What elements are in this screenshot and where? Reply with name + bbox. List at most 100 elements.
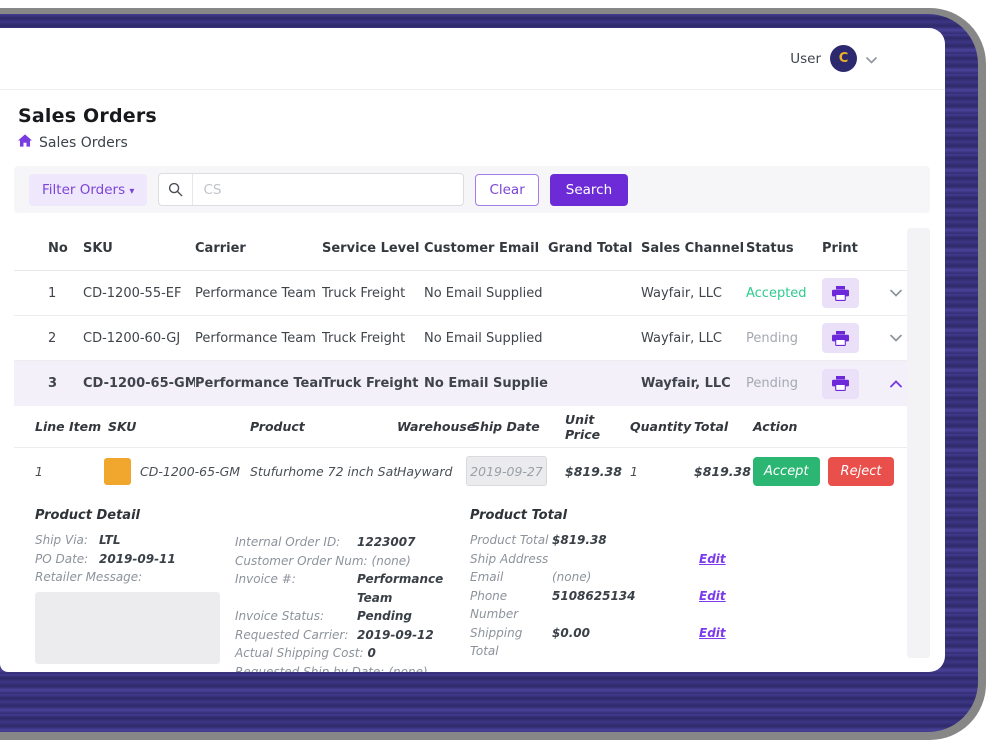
- col-warehouse: Warehouse: [397, 419, 476, 434]
- status-badge: Pending: [746, 330, 798, 346]
- app-header: User C: [0, 28, 945, 90]
- col-carrier: Carrier: [195, 241, 246, 256]
- page-title: Sales Orders: [18, 105, 157, 127]
- edit-phone-link[interactable]: Edit: [699, 587, 910, 606]
- edit-ship-address-link[interactable]: Edit: [699, 550, 910, 569]
- print-button[interactable]: [822, 278, 859, 308]
- email-label: Email: [470, 570, 504, 584]
- cell-carrier: Performance Team: [195, 285, 316, 301]
- scrollbar-track[interactable]: [907, 228, 930, 658]
- search-icon: [159, 174, 194, 205]
- col-quantity: Quantity: [630, 419, 692, 434]
- accept-button[interactable]: Accept: [753, 456, 820, 486]
- li-sku: CD-1200-65-GM: [140, 463, 241, 479]
- caret-down-icon: ▾: [129, 185, 135, 197]
- field-label: Actual Shipping Cost:: [235, 646, 364, 660]
- shipping-total-label: Shipping Total: [470, 625, 523, 659]
- status-badge: Accepted: [746, 285, 807, 301]
- col-grand-total: Grand Total: [548, 241, 633, 256]
- cell-service-level: Truck Freight: [322, 330, 406, 346]
- filter-orders-button[interactable]: Filter Orders ▾: [29, 173, 148, 206]
- col-unit-price: Unit Price: [565, 411, 601, 442]
- li-product: Stufurhome 72 inch Saturn...: [250, 463, 397, 479]
- cell-customer-email: No Email Supplied: [424, 376, 548, 391]
- breadcrumb: Sales Orders: [18, 134, 927, 151]
- product-detail-heading: Product Detail: [35, 508, 140, 523]
- order-detail-panel: Line Item SKU Product Warehouse Ship Dat…: [14, 406, 930, 672]
- field-label: Requested Ship by Date:: [235, 664, 385, 673]
- cell-service-level: Truck Freight: [322, 285, 406, 301]
- po-date-label: PO Date:: [35, 551, 89, 566]
- product-detail-section: Product Detail Ship Via: LTL PO Date: 2019…: [35, 508, 235, 672]
- field-value: Pending: [357, 609, 412, 623]
- reject-button[interactable]: Reject: [827, 456, 895, 486]
- cell-no: 1: [48, 285, 57, 301]
- li-warehouse: Hayward: [397, 463, 453, 479]
- print-button[interactable]: [822, 368, 859, 399]
- col-sku: SKU: [83, 241, 113, 256]
- breadcrumb-item[interactable]: Sales Orders: [39, 135, 128, 151]
- cell-carrier: Performance Team: [195, 330, 316, 346]
- col-total: Total: [694, 419, 729, 434]
- product-total-value: $819.38: [552, 533, 607, 547]
- po-date-value: 2019-09-11: [99, 551, 176, 566]
- search-button[interactable]: Search: [549, 173, 629, 206]
- orders-table: No SKU Carrier Service Level Customer Em…: [14, 227, 930, 672]
- page: User C Sales Orders Sales Orders Filter …: [0, 0, 992, 744]
- ship-via-label: Ship Via:: [35, 533, 88, 547]
- cell-sales-channel: Wayfair, LLC: [641, 376, 731, 391]
- field-value: (none): [371, 553, 411, 568]
- ship-date-input[interactable]: 2019-09-27: [466, 456, 547, 486]
- cell-customer-email: No Email Supplied: [424, 285, 543, 301]
- field-value: Performance Team: [357, 572, 444, 605]
- field-label: Invoice #:: [235, 572, 296, 586]
- product-total-label: Product Total: [470, 533, 549, 547]
- field-value: 1223007: [357, 535, 416, 549]
- col-service-level: Service Level: [322, 241, 420, 256]
- search-input[interactable]: [193, 181, 464, 198]
- field-label: Customer Order Num:: [235, 553, 368, 568]
- ship-address-label: Ship Address: [470, 551, 549, 566]
- cell-sales-channel: Wayfair, LLC: [641, 285, 723, 301]
- status-badge: Pending: [746, 376, 798, 391]
- line-item-row: 1 CD-1200-65-GM Stufurhome 72 inch Satur…: [14, 448, 930, 494]
- field-value: 0: [367, 646, 376, 660]
- edit-shipping-total-link[interactable]: Edit: [699, 624, 910, 643]
- li-number: 1: [35, 463, 43, 479]
- cell-no: 2: [48, 330, 57, 346]
- orders-table-header: No SKU Carrier Service Level Customer Em…: [14, 227, 930, 271]
- order-row-expanded[interactable]: 3 CD-1200-65-GM Performance Team Truck F…: [14, 361, 930, 406]
- clear-button[interactable]: Clear: [475, 173, 539, 206]
- product-total-heading: Product Total: [470, 508, 568, 523]
- app-window: User C Sales Orders Sales Orders Filter …: [0, 28, 945, 672]
- col-li-sku: SKU: [108, 419, 137, 434]
- phone-label: Phone Number: [470, 588, 519, 622]
- chevron-down-icon[interactable]: [866, 49, 877, 68]
- ship-via-value: LTL: [99, 533, 121, 547]
- product-color-swatch: [104, 457, 131, 485]
- cell-sku: CD-1200-65-GM: [83, 376, 195, 391]
- user-menu-label: User: [790, 50, 821, 67]
- col-product: Product: [250, 419, 305, 434]
- email-value: (none): [552, 570, 592, 584]
- order-row[interactable]: 1 CD-1200-55-EF Performance Team Truck F…: [14, 271, 930, 316]
- col-status: Status: [746, 241, 794, 256]
- page-head: Sales Orders Sales Orders: [0, 90, 945, 151]
- cell-carrier: Performance Team: [195, 376, 322, 391]
- cell-no: 3: [48, 376, 58, 391]
- filter-bar: Filter Orders ▾ Clear Search: [14, 166, 930, 213]
- avatar[interactable]: C: [830, 45, 857, 72]
- col-ship-date: Ship Date: [471, 419, 540, 434]
- li-quantity: 1: [630, 463, 638, 479]
- li-total: $819.38: [694, 463, 751, 479]
- order-row[interactable]: 2 CD-1200-60-GJ Performance Team Truck F…: [14, 316, 930, 361]
- detail-columns: Product Detail Ship Via: LTL PO Date: 2019…: [14, 494, 930, 672]
- col-action: Action: [753, 419, 798, 434]
- field-label: Invoice Status:: [235, 609, 324, 623]
- home-icon[interactable]: [18, 134, 32, 151]
- retailer-message-label: Retailer Message:: [35, 570, 143, 584]
- phone-value: 5108625134: [552, 588, 636, 603]
- print-button[interactable]: [822, 323, 859, 353]
- retailer-message-textarea[interactable]: [35, 591, 220, 664]
- search-box: [158, 173, 465, 206]
